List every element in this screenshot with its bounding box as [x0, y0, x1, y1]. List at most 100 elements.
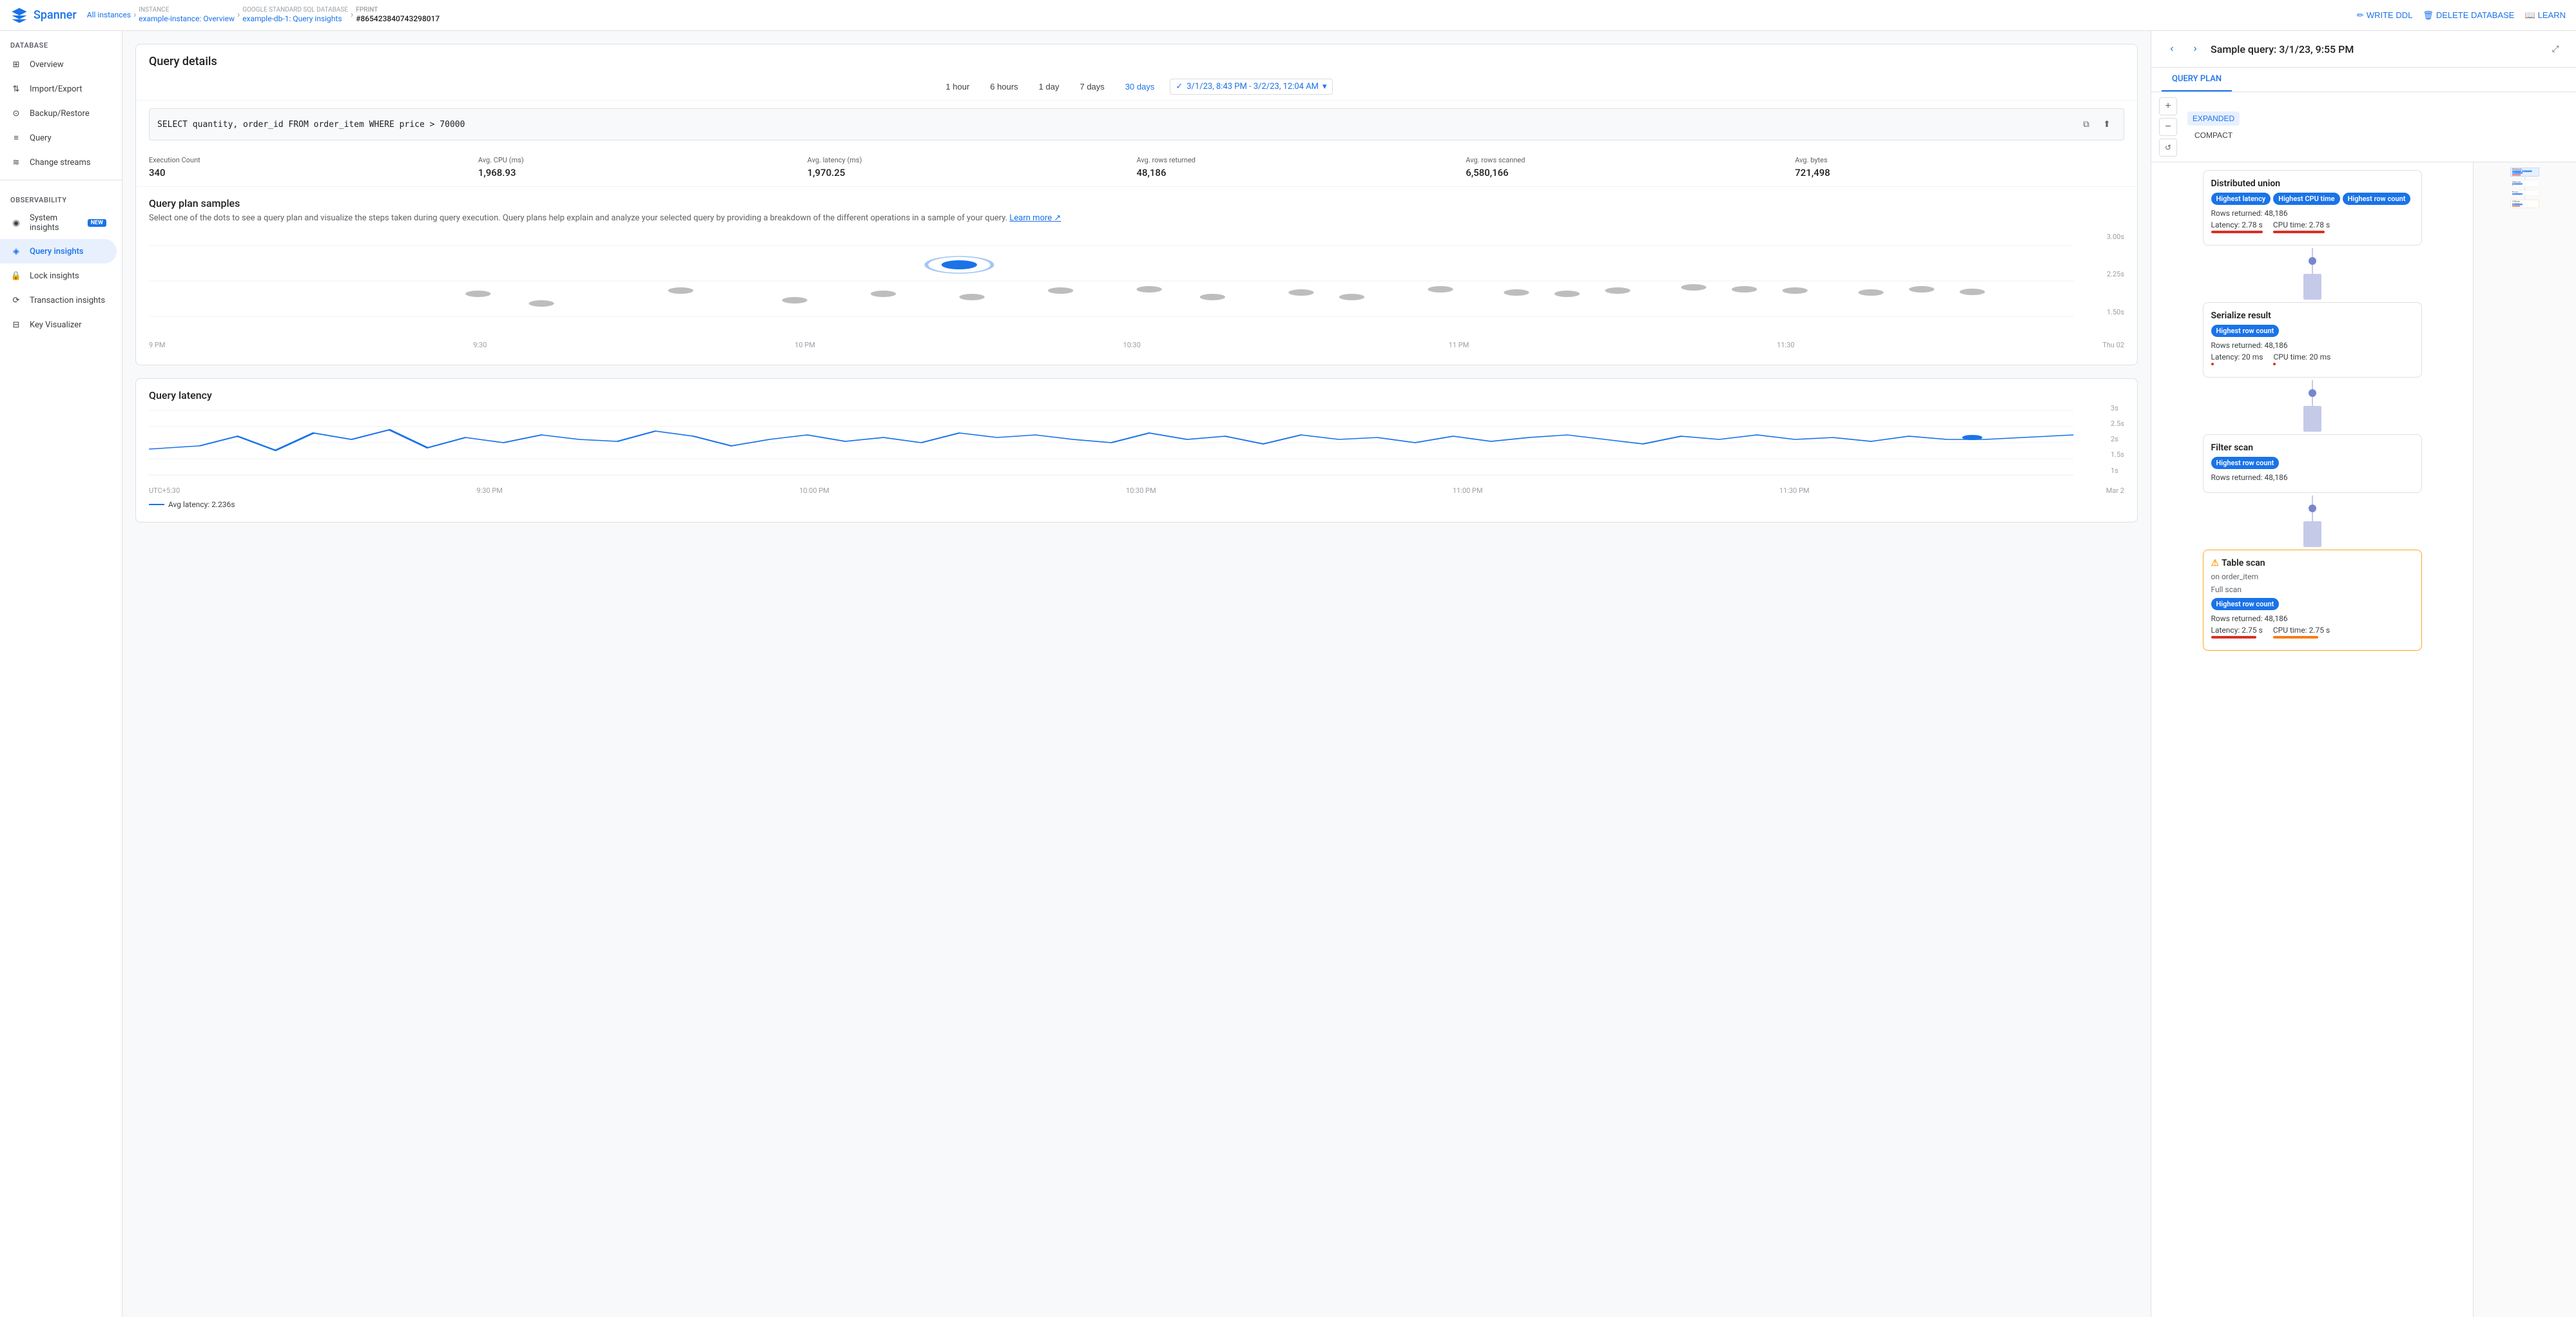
node-metrics-tablescan: Latency: 2.75 s CPU time: 2.75 s	[2211, 626, 2414, 639]
query-details-title: Query details	[136, 44, 2137, 73]
latency-bar-ts	[2211, 636, 2256, 639]
connector-bar-1	[2303, 274, 2321, 300]
mini-map: Distributed union Highest latency Highes…	[2473, 162, 2576, 1317]
prev-sample-button[interactable]: ‹	[2162, 39, 2182, 59]
sidebar-item-overview[interactable]: ⊞ Overview	[0, 52, 117, 77]
connector-1	[2312, 248, 2313, 274]
node-title-tablescan: ⚠Table scan	[2211, 558, 2414, 568]
sidebar-item-change-streams[interactable]: ≋ Change streams	[0, 150, 117, 175]
content: Query details 1 hour 6 hours 1 day 7 day…	[122, 31, 2576, 1317]
time-filter: 1 hour 6 hours 1 day 7 days 30 days ✓ 3/…	[136, 73, 2137, 101]
query-icon: ≡	[10, 132, 22, 144]
checkmark-icon: ✓	[1176, 82, 1183, 91]
learn-button[interactable]: 📖 LEARN	[2524, 10, 2566, 21]
sidebar: DATABASE ⊞ Overview ⇅ Import/Export ⊙ Ba…	[0, 31, 122, 1317]
tab-query-plan[interactable]: QUERY PLAN	[2162, 68, 2232, 91]
query-plan-chart: 3.00s 2.25s 1.50s 9 PM9:3010 PM10:3011 P…	[136, 233, 2137, 365]
pencil-icon: ✏	[2357, 10, 2364, 21]
connector-dot-3	[2309, 505, 2316, 512]
stat-avg-rows-scanned: Avg. rows scanned 6,580,166	[1466, 156, 1795, 178]
breadcrumb-sep-3: ›	[351, 10, 353, 20]
transaction-icon: ⟳	[10, 294, 22, 306]
connector-dot-2	[2309, 389, 2316, 397]
write-ddl-button[interactable]: ✏ WRITE DDL	[2357, 10, 2412, 21]
breadcrumb-instance[interactable]: INSTANCE example-instance: Overview	[139, 6, 235, 23]
warning-icon: ⚠	[2211, 558, 2220, 568]
connector-bar-2	[2303, 406, 2321, 432]
time-btn-30days[interactable]: 30 days	[1120, 79, 1160, 94]
time-btn-1hour[interactable]: 1 hour	[940, 79, 974, 94]
breadcrumb: All instances › INSTANCE example-instanc…	[87, 6, 2352, 23]
latency-bar-sr	[2211, 363, 2214, 365]
badge-hr-serialize: Highest row count	[2211, 325, 2280, 337]
sidebar-item-lock-insights[interactable]: 🔒 Lock insights	[0, 264, 117, 288]
breadcrumb-all-instances[interactable]: All instances	[87, 10, 131, 19]
query-plan-desc: Select one of the dots to see a query pl…	[136, 212, 2137, 233]
stat-avg-bytes: Avg. bytes 721,498	[1795, 156, 2124, 178]
sidebar-item-key-visualizer[interactable]: ⊟ Key Visualizer	[0, 312, 117, 337]
new-badge: NEW	[88, 219, 106, 227]
right-panel-body: Distributed union Highest latency Highes…	[2151, 162, 2576, 1317]
expanded-view-button[interactable]: EXPANDED	[2187, 111, 2240, 126]
topbar: Spanner All instances › INSTANCE example…	[0, 0, 2576, 31]
lock-icon: 🔒	[10, 270, 22, 282]
time-btn-6hours[interactable]: 6 hours	[985, 79, 1023, 94]
compact-view-button[interactable]: COMPACT	[2187, 128, 2240, 142]
query-latency-title: Query latency	[136, 379, 2137, 404]
stat-execution-count: Execution Count 340	[149, 156, 478, 178]
node-metrics-distributed-union: Latency: 2.78 s CPU time: 2.78 s	[2211, 220, 2414, 233]
time-range-selector[interactable]: ✓ 3/1/23, 8:43 PM - 3/2/23, 12:04 AM ▾	[1170, 79, 1332, 95]
expand-sql-button[interactable]: ⬆	[2098, 115, 2116, 133]
node-rows-filter: Rows returned: 48,186	[2211, 473, 2414, 482]
chevron-down-icon: ▾	[1322, 82, 1327, 91]
sidebar-item-query-insights[interactable]: ◈ Query insights	[0, 239, 117, 264]
node-rows-serialize: Rows returned: 48,186	[2211, 341, 2414, 350]
connector-2	[2312, 380, 2313, 406]
badge-highest-cpu-time: Highest CPU time	[2273, 193, 2339, 205]
backup-icon: ⊙	[10, 108, 22, 119]
sidebar-item-system-insights[interactable]: ◉ System insights NEW	[0, 207, 117, 239]
streams-icon: ≋	[10, 157, 22, 168]
node-rows-distributed-union: Rows returned: 48,186	[2211, 209, 2414, 218]
reset-zoom-button[interactable]: ↺	[2159, 139, 2177, 157]
plan-node-filter: Filter scan Highest row count Rows retur…	[2203, 434, 2422, 493]
copy-sql-button[interactable]: ⧉	[2077, 115, 2095, 133]
zoom-in-button[interactable]: +	[2159, 97, 2177, 115]
database-section-title: DATABASE	[0, 31, 122, 52]
sidebar-item-query[interactable]: ≡ Query	[0, 126, 117, 150]
next-sample-button[interactable]: ›	[2185, 39, 2205, 59]
connector-bar-3	[2303, 521, 2321, 547]
breadcrumb-fprint: FPRINT #865423840743298017	[356, 6, 440, 23]
node-title-serialize: Serialize result	[2211, 311, 2414, 321]
breadcrumb-database[interactable]: GOOGLE STANDARD SQL DATABASE example-db-…	[242, 6, 348, 23]
sql-actions: ⧉ ⬆	[2077, 115, 2116, 133]
stat-avg-cpu: Avg. CPU (ms) 1,968.93	[478, 156, 808, 178]
learn-more-link[interactable]: Learn more ↗	[1009, 213, 1061, 223]
latency-bar-du	[2211, 231, 2263, 233]
connector-3	[2312, 495, 2313, 521]
node-metrics-serialize: Latency: 20 ms CPU time: 20 ms	[2211, 352, 2414, 365]
time-btn-1day[interactable]: 1 day	[1034, 79, 1065, 94]
right-panel-top-controls: + − ↺ EXPANDED COMPACT	[2151, 92, 2576, 162]
node-title-distributed-union: Distributed union	[2211, 178, 2414, 189]
sidebar-item-transaction-insights[interactable]: ⟳ Transaction insights	[0, 288, 117, 312]
right-panel-nav: ‹ ›	[2162, 39, 2205, 59]
badge-highest-row-count: Highest row count	[2343, 193, 2411, 205]
stats-row: Execution Count 340 Avg. CPU (ms) 1,968.…	[136, 148, 2137, 187]
delete-database-button[interactable]: 🗑 DELETE DATABASE	[2423, 10, 2514, 21]
topbar-actions: ✏ WRITE DDL 🗑 DELETE DATABASE 📖 LEARN	[2357, 10, 2566, 21]
legend-line	[149, 504, 164, 505]
sidebar-item-backup-restore[interactable]: ⊙ Backup/Restore	[0, 101, 117, 126]
scatter-chart-svg[interactable]	[149, 233, 2124, 336]
breadcrumb-sep-1: ›	[133, 10, 136, 20]
plan-node-tablescan-wrapper: ⚠Table scan on order_item Full scan High…	[2156, 547, 2468, 653]
query-plan-section-title: Query plan samples	[136, 187, 2137, 212]
sidebar-item-import-export[interactable]: ⇅ Import/Export	[0, 77, 117, 101]
book-icon: 📖	[2524, 10, 2535, 21]
zoom-out-button[interactable]: −	[2159, 118, 2177, 136]
expand-panel-button[interactable]: ⤢	[2545, 39, 2566, 59]
right-panel-header: ‹ › Sample query: 3/1/23, 9:55 PM ⤢	[2151, 31, 2576, 68]
time-btn-7days[interactable]: 7 days	[1074, 79, 1109, 94]
sql-query-box: SELECT quantity, order_id FROM order_ite…	[149, 108, 2124, 140]
node-badges-tablescan: Highest row count	[2211, 598, 2414, 610]
